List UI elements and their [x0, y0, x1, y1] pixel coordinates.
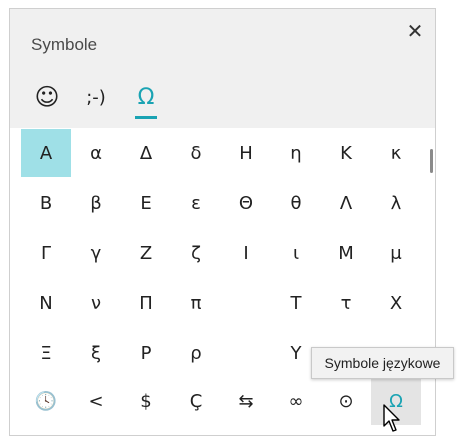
symbol-cell[interactable]: Ρ: [121, 329, 171, 377]
tab-kaomoji[interactable]: ;-): [80, 79, 112, 115]
symbol-cell[interactable]: α: [71, 129, 121, 177]
tooltip: Symbole językowe: [311, 347, 454, 379]
symbol-cell[interactable]: Ν: [21, 279, 71, 327]
infinity-icon[interactable]: ∞: [271, 377, 321, 425]
symbol-cell[interactable]: β: [71, 179, 121, 227]
symbol-cell[interactable]: μ: [371, 229, 421, 277]
symbol-cell[interactable]: γ: [71, 229, 121, 277]
symbol-cell[interactable]: Π: [121, 279, 171, 327]
symbol-cell[interactable]: Μ: [321, 229, 371, 277]
symbol-grid: Α α Δ δ Η η Κ κ Β β Ε ε Θ θ Λ λ Γ γ Ζ ζ …: [21, 129, 421, 429]
symbol-cell[interactable]: η: [271, 129, 321, 177]
symbol-cell[interactable]: π: [171, 279, 221, 327]
close-icon[interactable]: ✕: [405, 21, 425, 41]
scrollbar-thumb[interactable]: [430, 149, 433, 173]
symbol-cell[interactable]: κ: [371, 129, 421, 177]
panel-title: Symbole: [31, 35, 98, 54]
symbol-cell[interactable]: Β: [21, 179, 71, 227]
symbol-cell[interactable]: [221, 329, 271, 377]
symbol-cell[interactable]: ν: [71, 279, 121, 327]
symbol-cell[interactable]: δ: [171, 129, 221, 177]
symbol-cell[interactable]: ι: [271, 229, 321, 277]
tab-bar: ☺ ;-) Ω: [10, 79, 435, 119]
panel-header: Symbole ✕ ☺ ;-) Ω: [10, 9, 435, 128]
symbol-cell[interactable]: ρ: [171, 329, 221, 377]
symbol-cell[interactable]: Ε: [121, 179, 171, 227]
mouse-pointer-icon: [383, 404, 400, 432]
dollar-icon[interactable]: $: [121, 377, 171, 425]
omega-icon: Ω: [137, 84, 155, 110]
symbol-cell[interactable]: λ: [371, 179, 421, 227]
symbol-cell[interactable]: Τ: [271, 279, 321, 327]
symbol-cell[interactable]: ξ: [71, 329, 121, 377]
arrows-icon[interactable]: ⇆: [221, 377, 271, 425]
active-tab-indicator: [135, 116, 157, 119]
symbol-cell[interactable]: Ι: [221, 229, 271, 277]
symbol-cell[interactable]: Η: [221, 129, 271, 177]
less-than-icon[interactable]: <: [71, 377, 121, 425]
symbol-cell[interactable]: τ: [321, 279, 371, 327]
symbol-cell[interactable]: ζ: [171, 229, 221, 277]
symbol-cell[interactable]: Ξ: [21, 329, 71, 377]
symbol-cell[interactable]: [221, 279, 271, 327]
circled-dot-icon[interactable]: ⊙: [321, 377, 371, 425]
symbol-cell[interactable]: Γ: [21, 229, 71, 277]
symbol-cell[interactable]: Θ: [221, 179, 271, 227]
c-cedilla-icon[interactable]: Ç: [171, 377, 221, 425]
symbol-cell[interactable]: ε: [171, 179, 221, 227]
clock-icon[interactable]: 🕓: [21, 377, 71, 425]
symbol-cell[interactable]: Ζ: [121, 229, 171, 277]
symbol-cell[interactable]: Α: [21, 129, 71, 177]
symbol-cell[interactable]: Λ: [321, 179, 371, 227]
smiley-icon: ☺: [34, 83, 60, 111]
symbol-cell[interactable]: Κ: [321, 129, 371, 177]
symbol-cell[interactable]: Δ: [121, 129, 171, 177]
tab-emoji[interactable]: ☺: [32, 79, 62, 115]
symbol-cell[interactable]: θ: [271, 179, 321, 227]
tab-symbols[interactable]: Ω: [130, 79, 162, 119]
symbol-cell[interactable]: Χ: [371, 279, 421, 327]
kaomoji-icon: ;-): [86, 86, 106, 108]
